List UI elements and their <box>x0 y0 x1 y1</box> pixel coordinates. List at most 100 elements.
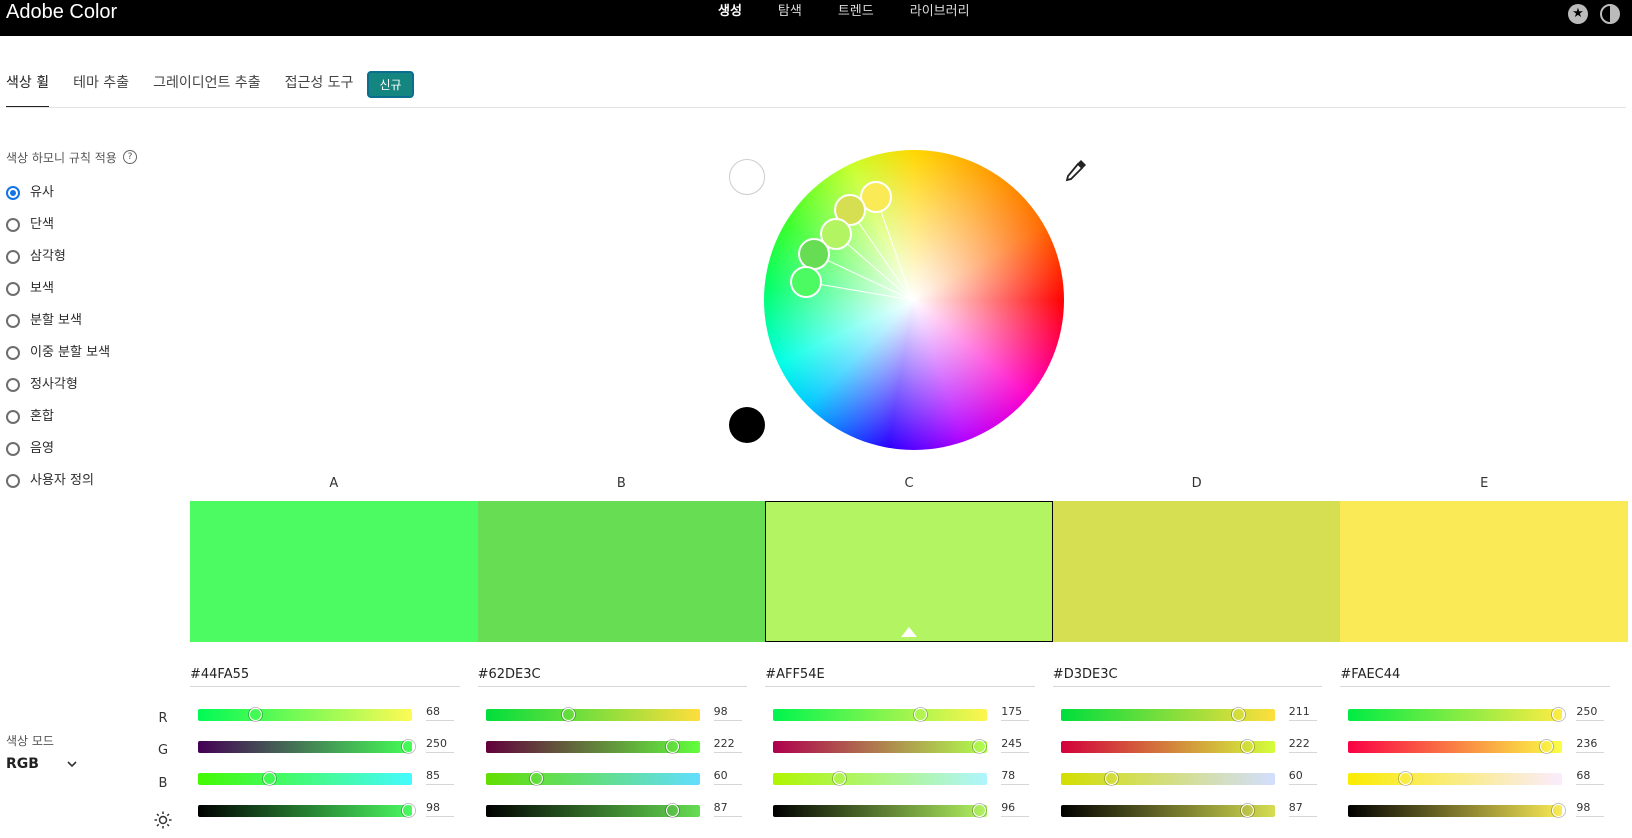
radio-button[interactable] <box>6 442 20 456</box>
value-b[interactable]: 60 <box>1288 769 1317 785</box>
slider-track[interactable] <box>1348 773 1563 785</box>
hex-input[interactable]: #44FA55 <box>190 667 460 687</box>
value-brightness[interactable]: 87 <box>713 801 742 817</box>
value-g[interactable]: 245 <box>1001 737 1030 753</box>
harmony-option[interactable]: 사용자 정의 <box>6 471 110 503</box>
slider-track[interactable] <box>1348 741 1563 753</box>
radio-button[interactable] <box>6 250 20 264</box>
top-nav-item[interactable]: 생성 <box>718 4 742 20</box>
slider-track[interactable] <box>198 773 412 785</box>
top-nav-item[interactable]: 트렌드 <box>838 4 874 20</box>
slider-thumb[interactable] <box>972 804 986 817</box>
slider-thumb[interactable] <box>1231 708 1245 721</box>
harmony-option[interactable]: 혼합 <box>6 407 110 439</box>
radio-button[interactable] <box>6 378 20 392</box>
black-point-swatch[interactable] <box>729 407 765 443</box>
slider-b[interactable] <box>773 772 988 785</box>
slider-g[interactable] <box>485 740 700 753</box>
white-point-swatch[interactable] <box>729 159 765 195</box>
harmony-option[interactable]: 음영 <box>6 439 110 471</box>
sub-tab[interactable]: 테마 추출 <box>73 68 129 108</box>
harmony-option[interactable]: 삼각형 <box>6 247 110 279</box>
value-g[interactable]: 250 <box>426 737 454 753</box>
slider-thumb[interactable] <box>1552 708 1566 721</box>
radio-button[interactable] <box>6 410 20 424</box>
slider-b[interactable] <box>485 772 700 785</box>
color-swatch-d[interactable] <box>1052 501 1341 642</box>
slider-track[interactable] <box>1348 709 1563 721</box>
slider-r[interactable] <box>485 708 700 721</box>
slider-track[interactable] <box>773 709 988 721</box>
value-b[interactable]: 78 <box>1001 769 1030 785</box>
color-swatch-e[interactable] <box>1340 501 1628 642</box>
value-b[interactable]: 68 <box>1576 769 1605 785</box>
value-brightness[interactable]: 98 <box>1576 801 1605 817</box>
star-icon[interactable]: ★ <box>1568 4 1588 24</box>
radio-button[interactable] <box>6 474 20 488</box>
slider-brightness[interactable] <box>1348 804 1566 817</box>
radio-button[interactable] <box>6 282 20 296</box>
slider-b[interactable] <box>1060 772 1275 785</box>
slider-thumb[interactable] <box>401 804 415 817</box>
color-swatch-a[interactable] <box>190 501 478 642</box>
value-g[interactable]: 222 <box>713 737 742 753</box>
slider-r[interactable] <box>1060 708 1275 721</box>
slider-brightness[interactable] <box>198 804 415 817</box>
hex-input[interactable]: #AFF54E <box>765 667 1035 687</box>
value-r[interactable]: 250 <box>1576 705 1605 721</box>
value-g[interactable]: 222 <box>1288 737 1317 753</box>
harmony-option[interactable]: 분할 보색 <box>6 311 110 343</box>
slider-r[interactable] <box>198 708 412 721</box>
color-swatch-b[interactable] <box>477 501 766 642</box>
slider-thumb[interactable] <box>249 708 263 721</box>
value-r[interactable]: 175 <box>1001 705 1030 721</box>
brand-logo[interactable]: Adobe Color <box>6 0 117 24</box>
sub-tab[interactable]: 색상 휠 <box>6 68 50 108</box>
slider-g[interactable] <box>198 740 415 753</box>
slider-thumb[interactable] <box>1241 740 1255 753</box>
radio-button[interactable] <box>6 314 20 328</box>
chevron-down-icon[interactable] <box>66 758 78 770</box>
hex-input[interactable]: #D3DE3C <box>1052 667 1323 687</box>
slider-g[interactable] <box>773 740 988 753</box>
value-brightness[interactable]: 98 <box>426 801 454 817</box>
slider-track[interactable] <box>198 741 412 753</box>
slider-track[interactable] <box>198 709 412 721</box>
slider-r[interactable] <box>773 708 988 721</box>
value-brightness[interactable]: 87 <box>1288 801 1317 817</box>
value-r[interactable]: 98 <box>713 705 742 721</box>
sub-tab[interactable]: 접근성 도구 <box>285 68 354 108</box>
slider-track[interactable] <box>773 805 988 817</box>
harmony-option[interactable]: 정사각형 <box>6 375 110 407</box>
slider-brightness[interactable] <box>485 804 700 817</box>
slider-thumb[interactable] <box>665 804 679 817</box>
color-swatch-c[interactable] <box>765 501 1053 642</box>
slider-g[interactable] <box>1060 740 1275 753</box>
value-g[interactable]: 236 <box>1576 737 1605 753</box>
hex-input[interactable]: #62DE3C <box>477 667 748 687</box>
harmony-option[interactable]: 이중 분할 보색 <box>6 343 110 375</box>
slider-brightness[interactable] <box>1060 804 1275 817</box>
slider-track[interactable] <box>485 773 700 785</box>
slider-track[interactable] <box>198 805 412 817</box>
slider-thumb[interactable] <box>561 708 575 721</box>
harmony-option[interactable]: 보색 <box>6 279 110 311</box>
slider-thumb[interactable] <box>972 740 986 753</box>
slider-b[interactable] <box>198 772 412 785</box>
slider-r[interactable] <box>1348 708 1566 721</box>
slider-thumb[interactable] <box>529 772 543 785</box>
slider-g[interactable] <box>1348 740 1563 753</box>
help-icon[interactable]: ? <box>123 150 137 164</box>
slider-thumb[interactable] <box>832 772 846 785</box>
slider-thumb[interactable] <box>401 740 415 753</box>
hex-input[interactable]: #FAEC44 <box>1340 667 1610 687</box>
eyedropper-icon[interactable] <box>1064 158 1088 184</box>
radio-button[interactable] <box>6 346 20 360</box>
slider-thumb[interactable] <box>1240 804 1254 817</box>
radio-button[interactable] <box>6 218 20 232</box>
top-nav-item[interactable]: 라이브러리 <box>910 4 970 20</box>
slider-thumb[interactable] <box>914 708 928 721</box>
value-r[interactable]: 211 <box>1288 705 1317 721</box>
slider-track[interactable] <box>773 741 988 753</box>
value-brightness[interactable]: 96 <box>1001 801 1030 817</box>
